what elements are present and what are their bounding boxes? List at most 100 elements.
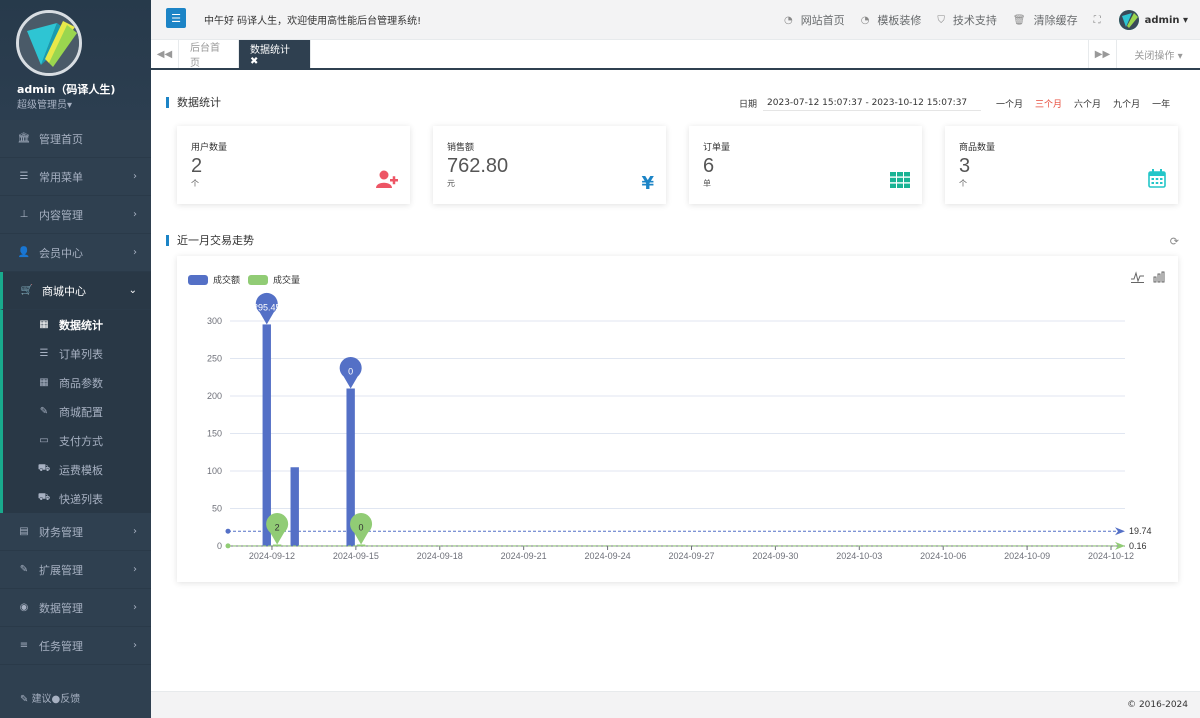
card-value: 762.80 <box>447 155 509 177</box>
top-link-label: 技术支持 <box>952 14 997 27</box>
profile-role-dropdown[interactable]: 超级管理员▾ <box>17 96 72 111</box>
sliders-icon: ≡ <box>19 640 29 651</box>
sidebar-item-data[interactable]: ◉ 数据管理 › <box>0 589 151 627</box>
sidebar-item-finance[interactable]: ▤ 财务管理 › <box>0 513 151 551</box>
sidebar-item-label: 内容管理 <box>39 208 83 222</box>
tech-support-link[interactable]: ⛉ 技术支持 <box>937 12 997 28</box>
calendar-icon: ▦ <box>39 319 49 330</box>
y-tick-label: 300 <box>207 316 222 326</box>
sidebar-item-label: 管理首页 <box>39 132 83 146</box>
edit-icon: ✎ <box>19 564 29 575</box>
card-unit: 个 <box>191 179 199 188</box>
chevron-right-icon: › <box>133 602 137 613</box>
top-link-label: 模板装修 <box>877 14 922 27</box>
site-home-link[interactable]: ◔ 网站首页 <box>784 12 845 28</box>
bar-amount <box>262 324 271 546</box>
range-option-3m[interactable]: 三个月 <box>1035 97 1062 110</box>
chevron-right-icon: › <box>133 640 137 651</box>
admin-dropdown[interactable]: admin ▾ <box>1118 10 1188 30</box>
range-option-9m[interactable]: 九个月 <box>1113 97 1140 110</box>
card-unit: 个 <box>959 179 967 188</box>
x-tick-label: 2024-09-15 <box>333 551 379 561</box>
logo[interactable] <box>16 10 82 76</box>
sidebar-menu-lower: ▤ 财务管理 › ✎ 扩展管理 › ◉ 数据管理 › ≡ 任务管理 › <box>0 513 151 665</box>
y-tick-label: 250 <box>207 354 222 364</box>
sidebar-item-shop[interactable]: 🛒 商城中心 ⌄ <box>0 272 151 310</box>
y-tick-label: 200 <box>207 391 222 401</box>
x-tick-label: 2024-09-24 <box>585 551 631 561</box>
stat-card-users: 用户数量 2 个 <box>177 126 410 204</box>
admin-name: admin ▾ <box>1144 14 1188 26</box>
trend-chart: 成交额 成交量 0 50 100 150 200 250 300 2024-09-12 2024… <box>177 256 1178 582</box>
chevron-right-icon: › <box>133 171 137 182</box>
chevron-right-icon: › <box>133 209 137 220</box>
card-unit: 元 <box>447 179 455 188</box>
clear-cache-link[interactable]: 🗑 清除缓存 <box>1013 12 1078 28</box>
sidebar-item-members[interactable]: 👤 会员中心 › <box>0 234 151 272</box>
close-operations-dropdown[interactable]: 关闭操作 ▾ <box>1116 40 1200 68</box>
sidebar: admin（码译人生) 超级管理员▾ 🏛 管理首页 ☰ 常用菜单 › ⊥ 内容管… <box>0 0 151 718</box>
x-tick-label: 2024-09-30 <box>752 551 798 561</box>
trash-icon: 🗑 <box>1012 14 1026 26</box>
main-content: 数据统计 日期 2023-07-12 15:07:37 - 2023-10-12… <box>151 70 1200 691</box>
sidebar-item-tasks[interactable]: ≡ 任务管理 › <box>0 627 151 665</box>
sidebar-item-label: 常用菜单 <box>39 170 83 184</box>
feedback-link[interactable]: ✎ 建议●反馈 <box>20 690 80 705</box>
date-range-input[interactable]: 2023-07-12 15:07:37 - 2023-10-12 15:07:3… <box>763 96 982 111</box>
submenu-item-product-params[interactable]: ▦ 商品参数 <box>3 368 151 397</box>
card-label: 销售额 <box>447 143 475 153</box>
stat-cards: 用户数量 2 个 销售额 762.80 元 ¥ 订单量 6 单 商品数量 3 个 <box>177 126 1178 204</box>
submenu-item-orders[interactable]: ☰ 订单列表 <box>3 339 151 368</box>
submenu-item-payment[interactable]: ▭ 支付方式 <box>3 426 151 455</box>
refresh-icon[interactable]: ⟳ <box>1170 235 1179 248</box>
top-link-label: 网站首页 <box>800 14 845 27</box>
menu-toggle-button[interactable]: ☰ <box>166 8 186 28</box>
submenu-item-statistics[interactable]: ▦ 数据统计 <box>3 310 151 339</box>
calendar-icon <box>1148 169 1166 192</box>
dashboard-icon: ◔ <box>860 14 870 26</box>
tab-home[interactable]: 后台首页 <box>179 40 239 69</box>
sidebar-item-extensions[interactable]: ✎ 扩展管理 › <box>0 551 151 589</box>
sidebar-item-label: 商城中心 <box>42 284 86 298</box>
profile-name[interactable]: admin（码译人生) <box>17 81 115 97</box>
submenu-item-label: 商城配置 <box>59 405 103 419</box>
template-decor-link[interactable]: ◔ 模板装修 <box>861 12 922 28</box>
tab-label: 数据统计 ✖ <box>250 45 290 67</box>
card-value: 6 <box>703 155 715 177</box>
user-plus-icon: 👤 <box>17 247 31 258</box>
range-option-1y[interactable]: 一年 <box>1152 97 1170 110</box>
chevron-down-icon: ⌄ <box>128 285 137 296</box>
fullscreen-button[interactable]: ⛶ <box>1094 15 1101 26</box>
footer: © 2016-2024 <box>151 691 1200 718</box>
cart-icon: 🛒 <box>20 285 34 296</box>
tab-statistics[interactable]: 数据统计 ✖ <box>239 40 311 68</box>
top-links: ◔ 网站首页 ◔ 模板装修 ⛉ 技术支持 🗑 清除缓存 ⛶ admin ▾ <box>768 0 1200 40</box>
expand-icon: ⛶ <box>1093 14 1101 26</box>
submenu-item-label: 支付方式 <box>59 434 103 448</box>
range-option-1m[interactable]: 一个月 <box>996 97 1023 110</box>
x-tick-label: 2024-10-09 <box>1004 551 1050 561</box>
sidebar-item-common-menu[interactable]: ☰ 常用菜单 › <box>0 158 151 196</box>
shield-icon: ⛉ <box>937 14 945 26</box>
stat-card-sales: 销售额 762.80 元 ¥ <box>433 126 666 204</box>
tab-scroll-right-button[interactable]: ▶▶ <box>1088 40 1116 68</box>
card-value: 3 <box>959 155 971 177</box>
stat-card-products: 商品数量 3 个 <box>945 126 1178 204</box>
range-option-6m[interactable]: 六个月 <box>1074 97 1101 110</box>
submenu-item-express[interactable]: ⛟ 快递列表 <box>3 484 151 513</box>
chart-canvas: 0501001502002503002024-09-12 2024-09-15 20… <box>207 292 1152 561</box>
y-tick-label: 100 <box>207 466 222 476</box>
max-pin-label: 2 <box>275 523 280 533</box>
tab-scroll-left-button[interactable]: ◀◀ <box>151 40 179 68</box>
sidebar-item-home[interactable]: 🏛 管理首页 <box>0 120 151 158</box>
stats-section-title: 数据统计 <box>166 97 221 108</box>
sidebar-item-label: 数据管理 <box>39 601 83 615</box>
sidebar-item-label: 财务管理 <box>39 525 83 539</box>
yen-icon: ¥ <box>641 173 654 194</box>
tab-label: 后台首页 <box>190 43 220 69</box>
submenu-item-shop-config[interactable]: ✎ 商城配置 <box>3 397 151 426</box>
submenu-item-shipping-template[interactable]: ⛟ 运费模板 <box>3 455 151 484</box>
submenu-item-label: 商品参数 <box>59 376 103 390</box>
sidebar-item-content[interactable]: ⊥ 内容管理 › <box>0 196 151 234</box>
chevron-right-icon: › <box>133 564 137 575</box>
